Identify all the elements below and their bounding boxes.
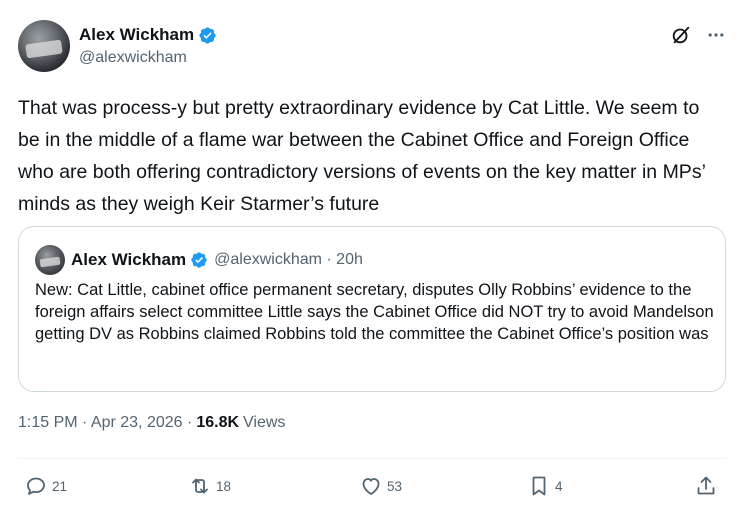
grok-icon[interactable]: [670, 24, 692, 46]
heart-icon: [362, 478, 380, 495]
quote-author-name: Alex Wickham: [71, 250, 187, 269]
bookmark-count: 4: [555, 478, 563, 494]
quote-avatar: [35, 245, 65, 275]
reply-icon: [27, 477, 45, 495]
reply-button[interactable]: 21: [24, 474, 67, 498]
bookmark-button[interactable]: 4: [527, 474, 563, 498]
share-icon: [697, 476, 715, 495]
quote-header: Alex Wickham @alexwickham · 20h: [35, 245, 363, 275]
views-label: Views: [243, 414, 286, 431]
tweet-header: Alex Wickham @alexwickham: [18, 20, 726, 74]
timestamp[interactable]: 1:15 PM · Apr 23, 2026 ·: [18, 414, 192, 432]
quote-text: New: Cat Little, cabinet office permanen…: [35, 281, 714, 343]
tweet-text: That was process-y but pretty extraordin…: [18, 97, 706, 215]
views-count: 16.8K: [196, 414, 240, 431]
bookmark-icon: [532, 476, 546, 496]
author-name-row: Alex Wickham: [79, 25, 217, 45]
quote-tweet[interactable]: Alex Wickham @alexwickham · 20h New: Cat…: [18, 226, 726, 392]
repost-button[interactable]: 18: [188, 474, 231, 498]
reply-count: 21: [52, 478, 68, 494]
like-button[interactable]: 53: [359, 474, 402, 498]
header-actions: [670, 24, 726, 46]
author-avatar[interactable]: [18, 20, 70, 72]
more-icon[interactable]: [706, 25, 726, 45]
repost-count: 18: [216, 478, 232, 494]
author-name[interactable]: Alex Wickham: [79, 25, 194, 45]
like-count: 53: [387, 478, 403, 494]
quote-handle-time: @alexwickham · 20h: [214, 251, 363, 268]
verified-badge-icon: [191, 252, 207, 268]
action-bar: 21 18 53 4: [18, 474, 726, 502]
repost-icon: [192, 478, 208, 494]
share-button[interactable]: [694, 474, 718, 498]
verified-badge-icon: [199, 26, 216, 44]
divider: [18, 458, 726, 459]
author-handle[interactable]: @alexwickham: [79, 49, 187, 67]
tweet-meta: 1:15 PM · Apr 23, 2026 · 16.8K Views: [18, 414, 285, 432]
